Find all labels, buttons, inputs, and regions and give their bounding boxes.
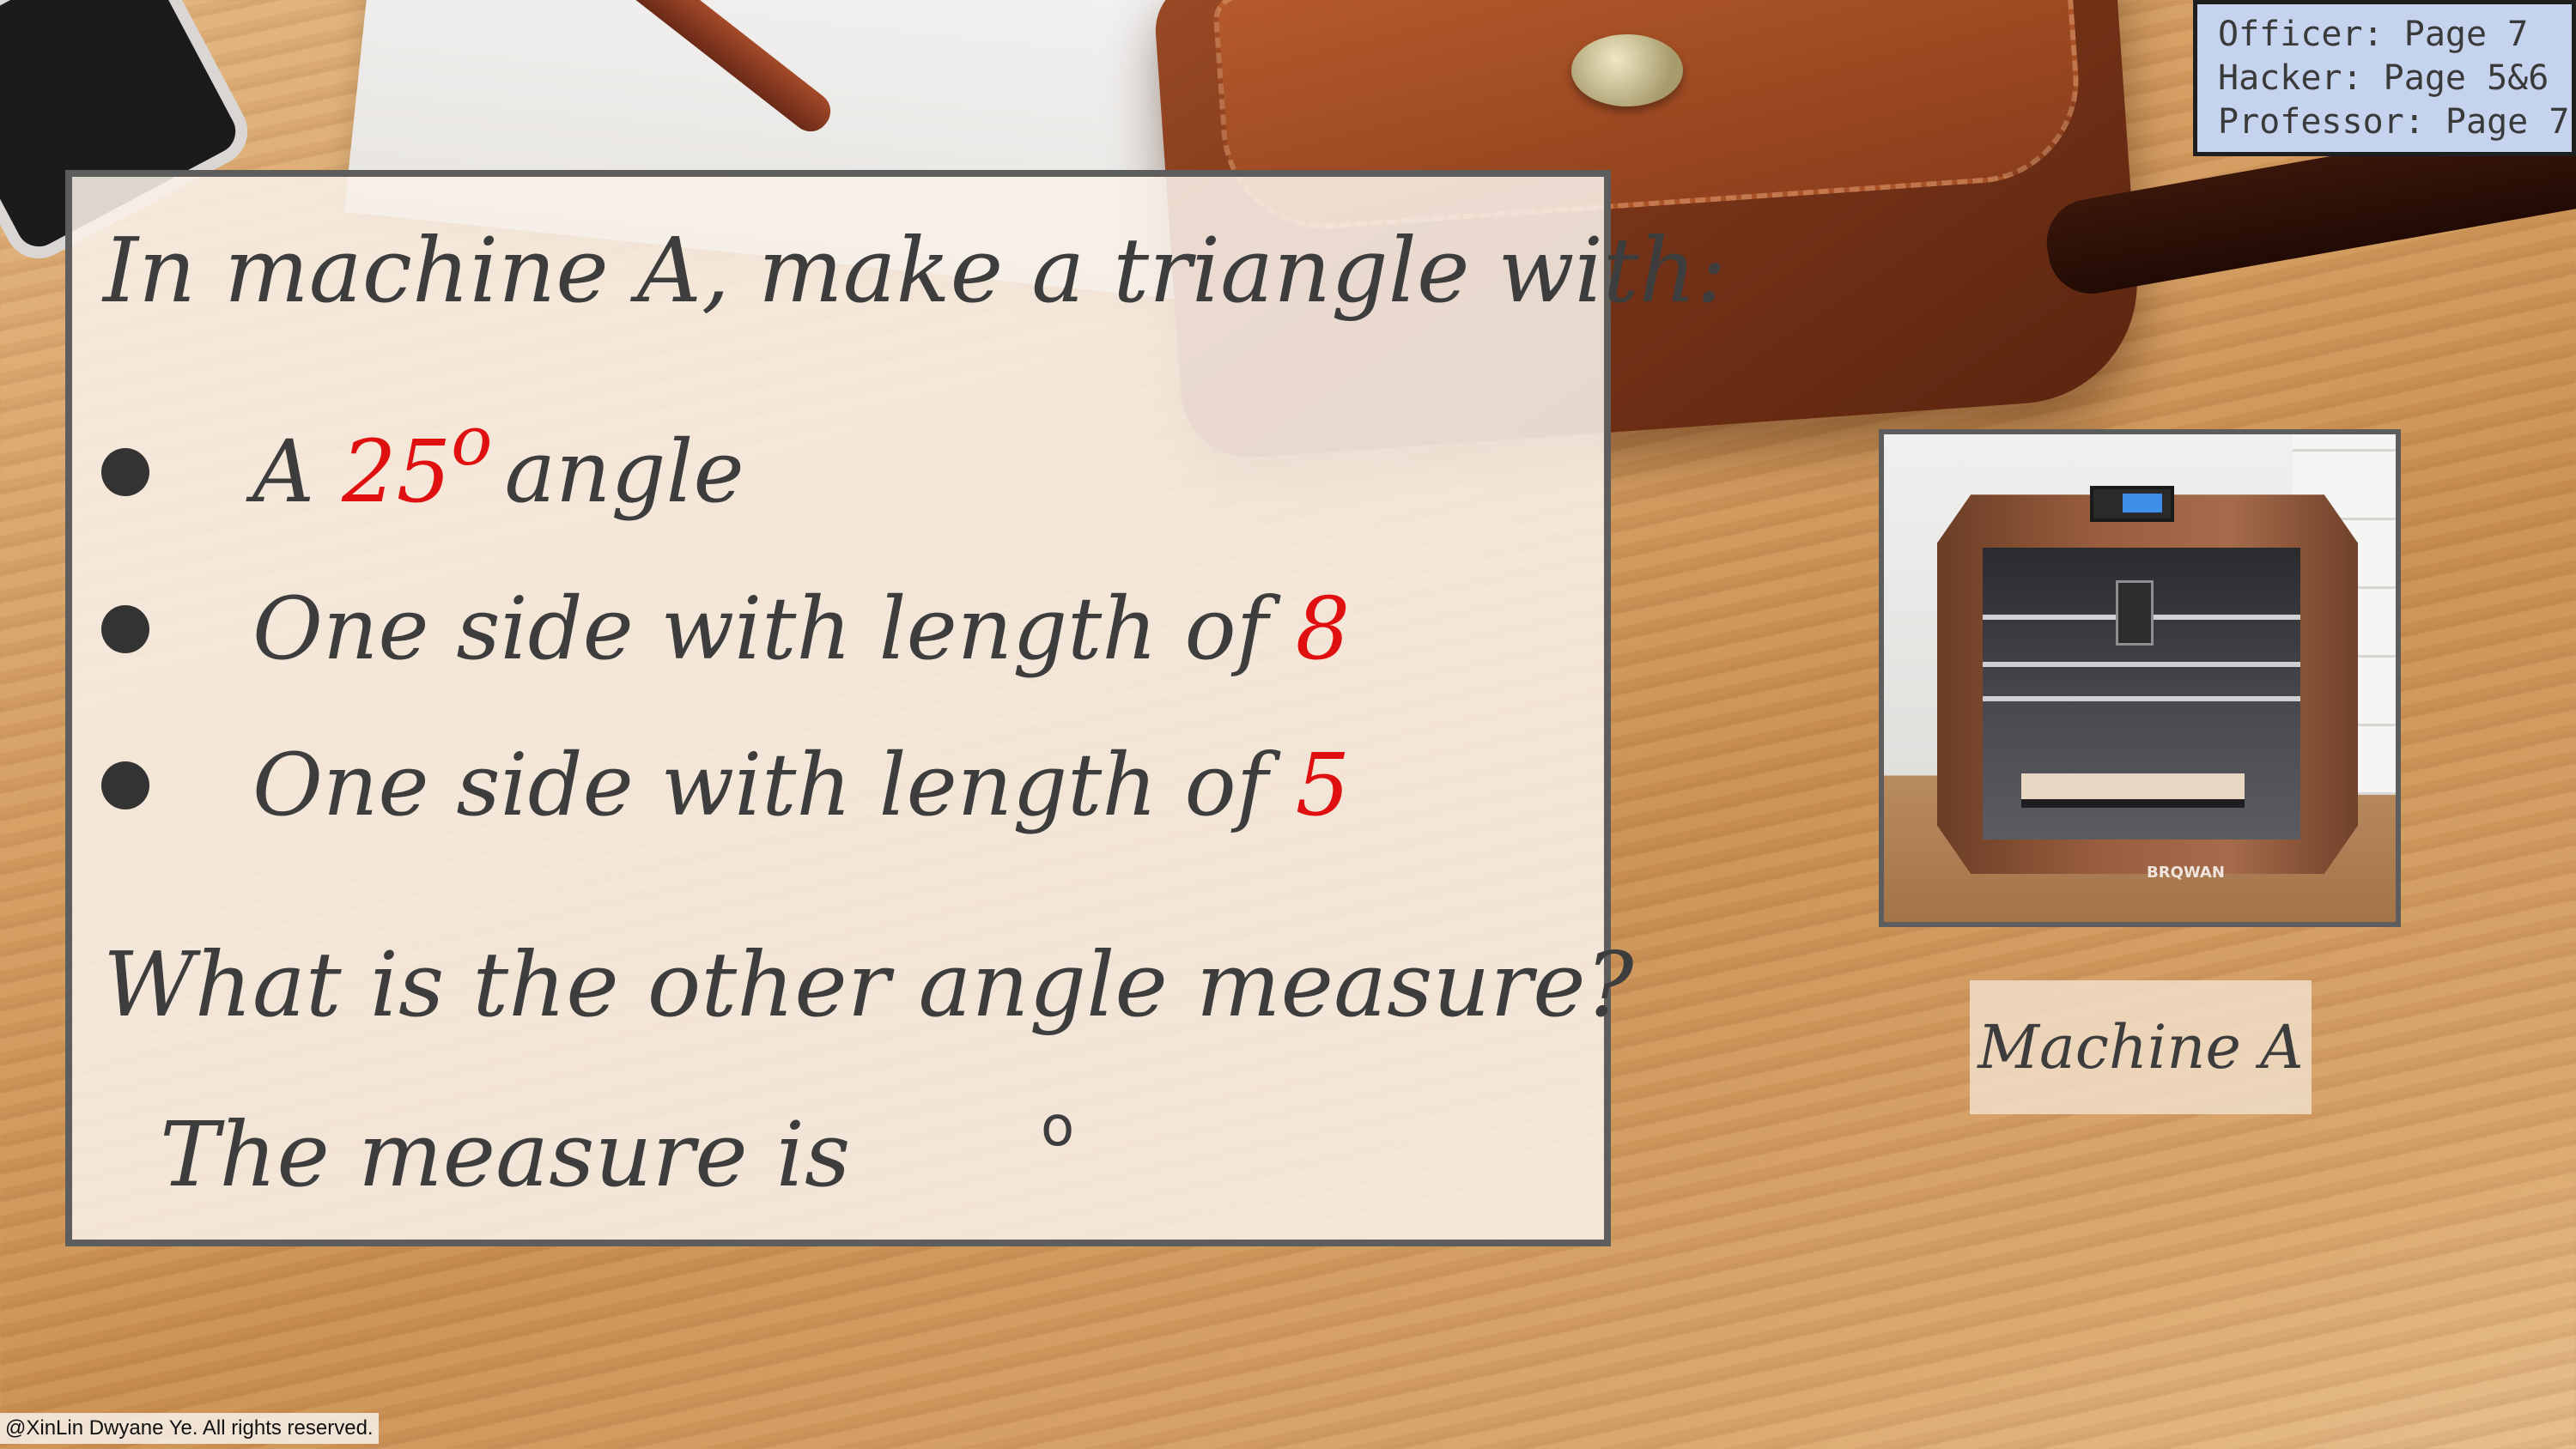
printer-head <box>2116 580 2154 646</box>
degree-symbol: o <box>451 401 493 481</box>
bullet-angle-prefix: A <box>252 421 343 522</box>
role-officer: Officer: Page 7 <box>2218 15 2529 54</box>
bullet-angle-value: 25 <box>342 421 452 522</box>
bullet-side-2-value: 5 <box>1295 735 1351 835</box>
bullet-dot-icon <box>101 761 149 809</box>
3d-printer-image: BRQWAN <box>1879 429 2401 927</box>
bullet-angle-suffix: angle <box>504 421 744 522</box>
printer-brand: BRQWAN <box>2147 864 2225 882</box>
answer-degree-symbol: o <box>1041 1095 1075 1159</box>
copyright-notice: @XinLin Dwyane Ye. All rights reserved. <box>0 1413 379 1444</box>
role-professor: Professor: Page 7 <box>2218 102 2570 142</box>
printer-rail <box>1983 696 2300 701</box>
question-text: What is the other angle measure? <box>103 932 1634 1037</box>
question-card: In machine A, make a triangle with: A 25… <box>65 170 1727 1246</box>
printer-screen-icon <box>2090 486 2174 522</box>
bullet-angle: A 25 o angle <box>101 401 744 522</box>
bullet-side-1-value: 8 <box>1295 579 1351 679</box>
bullet-side-2-prefix: One side with length of <box>252 735 1296 835</box>
machine-label: Machine A <box>1970 980 2312 1114</box>
background-wallet-snap <box>1571 34 1683 106</box>
role-hacker: Hacker: Page 5&6 <box>2218 58 2549 98</box>
answer-prompt: The measure is <box>160 1102 851 1207</box>
bullet-side-1-prefix: One side with length of <box>252 579 1296 679</box>
bullet-dot-icon <box>101 447 149 496</box>
printer-bed <box>2021 773 2245 799</box>
role-info-box: Officer: Page 7 Hacker: Page 5&6 Profess… <box>2193 0 2576 156</box>
bullet-dot-icon <box>101 604 149 653</box>
card-title: In machine A, make a triangle with: <box>103 218 1727 323</box>
bullet-side-2: One side with length of 5 <box>101 735 1350 835</box>
bullet-side-1: One side with length of 8 <box>101 579 1350 679</box>
printer-rail <box>1983 662 2300 667</box>
